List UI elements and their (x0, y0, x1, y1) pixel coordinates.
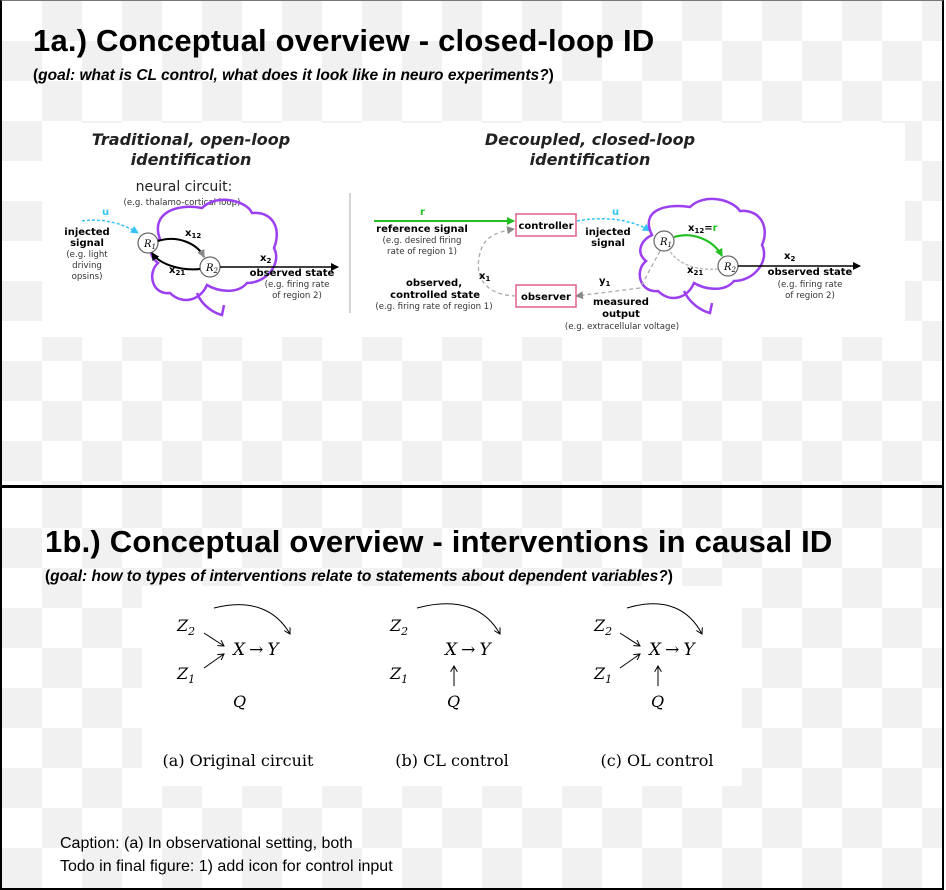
injected-label-1: injected (64, 227, 109, 238)
brain-outline-icon (149, 198, 278, 302)
node-x-b: X → Y (443, 640, 492, 660)
x12-arrow (157, 238, 205, 258)
observer-label: observer (521, 292, 571, 303)
slide-1a-title: 1a.) Conceptual overview - closed-loop I… (33, 23, 655, 58)
causal-graphs-figure: Z2 X → Y Z1 Q (a) Original circuit Z2 X → Y … (142, 586, 742, 786)
measured-output-3: (e.g. extracellular voltage) (565, 322, 679, 332)
node-q-a: Q (233, 692, 246, 711)
injected-example-3: opsins) (72, 272, 103, 282)
slide-1b: 1b.) Conceptual overview - interventions… (0, 488, 944, 890)
observed-example-1: (e.g. firing rate (265, 280, 330, 290)
cl-observed-example-2: of region 2) (785, 291, 835, 301)
closed-loop-figure-svg: Traditional, open-loop identification ne… (64, 130, 861, 332)
observed-example-2: of region 2) (272, 291, 322, 301)
caption-text: Caption: (a) In observational setting, b… (60, 835, 353, 852)
cl-observed-example-1: (e.g. firing rate (778, 280, 843, 290)
reference-signal-label: reference signal (376, 224, 468, 235)
observed-state-label: observed state (250, 268, 335, 279)
slide-1a: 1a.) Conceptual overview - closed-loop I… (0, 0, 944, 488)
measured-output-2: output (602, 309, 640, 320)
cl-injected-label-1: injected (585, 227, 630, 238)
reference-example-2: rate of region 1) (387, 247, 457, 257)
observed-controlled-2: controlled state (390, 290, 480, 301)
injected-label-2: signal (70, 238, 104, 249)
x21-arrow (151, 252, 201, 271)
r-label: r (420, 207, 425, 218)
neural-circuit-label: neural circuit: (136, 179, 233, 195)
cl-injected-label-2: signal (591, 238, 625, 249)
cl-x21-label: x21 (687, 265, 703, 277)
caption-original-circuit: (a) Original circuit (163, 751, 315, 770)
slide-1b-title: 1b.) Conceptual overview - interventions… (45, 524, 833, 559)
u-label: u (102, 207, 109, 218)
closed-loop-title-line2: identification (530, 150, 651, 169)
node-x-c: X → Y (647, 640, 696, 660)
node-q-b: Q (447, 692, 460, 711)
slide-1a-subtitle: (goal: what is CL control, what does it … (33, 67, 554, 84)
injected-example-1: (e.g. light (66, 250, 108, 260)
x1-label: x1 (479, 271, 490, 283)
cl-x12-label: x12=r (688, 223, 718, 235)
open-loop-title-line2: identification (131, 150, 252, 169)
brain-stem-icon (195, 292, 226, 317)
cl-x2-label: x2 (784, 251, 795, 263)
node-q-c: Q (651, 692, 664, 711)
todo-text: Todo in final figure: 1) add icon for co… (60, 858, 393, 875)
cl-x21-arrow (669, 250, 719, 271)
closed-loop-title-line1: Decoupled, closed-loop (485, 130, 695, 149)
reference-example-1: (e.g. desired firing (383, 236, 462, 246)
feedback-arrow (477, 226, 517, 297)
observed-controlled-3: (e.g. firing rate of region 1) (375, 302, 492, 312)
open-loop-title-line1: Traditional, open-loop (92, 130, 290, 149)
slide-1b-subtitle: (goal: how to types of interventions rel… (45, 568, 673, 585)
measured-output-1: measured (593, 297, 649, 308)
node-x-a: X → Y (231, 640, 280, 660)
u-label-cl: u (612, 207, 619, 218)
closed-loop-figure: Traditional, open-loop identification ne… (42, 123, 905, 337)
caption-ol-control: (c) OL control (600, 751, 713, 770)
brain-stem-icon-cl (682, 290, 714, 315)
cl-x12-arrow (673, 234, 723, 257)
caption-cl-control: (b) CL control (395, 751, 509, 770)
y1-label: y1 (599, 276, 611, 288)
cl-observed-state-label: observed state (768, 267, 853, 278)
x12-label: x12 (185, 228, 201, 240)
injected-example-2: driving (72, 261, 102, 271)
x2-label: x2 (260, 253, 271, 265)
observed-controlled-1: observed, (406, 278, 462, 289)
controller-label: controller (518, 221, 573, 232)
